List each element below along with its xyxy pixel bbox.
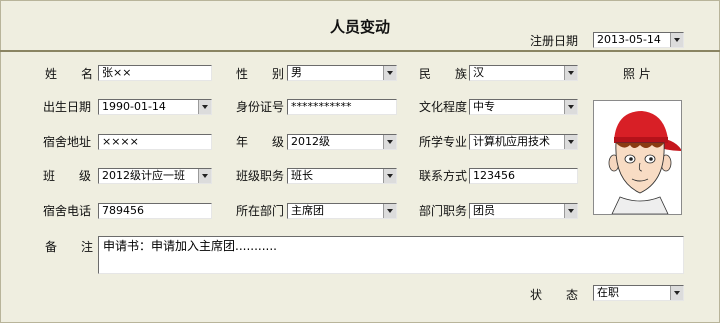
class-value: 2012级计应一班 <box>102 169 185 182</box>
education-select[interactable]: 中专 <box>469 99 578 115</box>
birth-date-label: 出生日期 <box>43 100 92 114</box>
name-input[interactable]: 张×× <box>98 65 212 81</box>
ethnicity-value: 汉 <box>473 66 484 79</box>
dept-post-value: 团员 <box>473 204 495 217</box>
cartoon-face-icon <box>594 101 682 215</box>
class-post-select[interactable]: 班长 <box>287 168 397 184</box>
grade-value: 2012级 <box>291 135 330 148</box>
dorm-phone-label: 宿舍电话 <box>43 204 92 218</box>
avatar[interactable] <box>593 100 682 215</box>
education-label: 文化程度 <box>419 100 468 114</box>
chevron-down-icon[interactable] <box>670 286 683 300</box>
dorm-phone-input[interactable]: 789456 <box>98 203 212 219</box>
chevron-down-icon[interactable] <box>670 33 683 47</box>
chevron-down-icon[interactable] <box>198 100 211 114</box>
status-label: 状 态 <box>530 288 579 302</box>
major-select[interactable]: 计算机应用技术 <box>469 134 578 150</box>
chevron-down-icon[interactable] <box>383 135 396 149</box>
contact-label: 联系方式 <box>419 169 468 183</box>
register-date-label: 注册日期 <box>530 34 579 48</box>
ethnicity-label: 民 族 <box>419 67 468 81</box>
photo-label: 照 片 <box>623 67 651 81</box>
name-label: 姓 名 <box>45 67 94 81</box>
gender-select[interactable]: 男 <box>287 65 397 81</box>
department-select[interactable]: 主席团 <box>287 203 397 219</box>
chevron-down-icon[interactable] <box>383 204 396 218</box>
register-date-picker[interactable]: 2013-05-14 <box>593 32 684 48</box>
contact-input[interactable]: 123456 <box>469 168 578 184</box>
class-select[interactable]: 2012级计应一班 <box>98 168 212 184</box>
remark-textarea[interactable]: 申请书：申请加入主席团........... <box>98 236 684 274</box>
class-post-value: 班长 <box>291 169 313 182</box>
education-value: 中专 <box>473 100 495 113</box>
chevron-down-icon[interactable] <box>564 204 577 218</box>
dept-post-label: 部门职务 <box>419 204 468 218</box>
chevron-down-icon[interactable] <box>564 66 577 80</box>
chevron-down-icon[interactable] <box>198 169 211 183</box>
dorm-address-input[interactable]: ×××× <box>98 134 212 150</box>
chevron-down-icon[interactable] <box>383 169 396 183</box>
department-value: 主席团 <box>291 204 324 217</box>
birth-date-value: 1990-01-14 <box>102 100 166 113</box>
dorm-address-label: 宿舍地址 <box>43 135 92 149</box>
major-label: 所学专业 <box>419 135 468 149</box>
gender-label: 性 别 <box>236 67 285 81</box>
chevron-down-icon[interactable] <box>564 135 577 149</box>
grade-select[interactable]: 2012级 <box>287 134 397 150</box>
birth-date-picker[interactable]: 1990-01-14 <box>98 99 212 115</box>
id-number-input[interactable]: *********** <box>287 99 397 115</box>
status-value: 在职 <box>597 286 619 299</box>
remark-label: 备 注 <box>45 240 94 254</box>
major-value: 计算机应用技术 <box>473 135 550 148</box>
gender-value: 男 <box>291 66 302 79</box>
class-post-label: 班级职务 <box>236 169 285 183</box>
department-label: 所在部门 <box>236 204 285 218</box>
ethnicity-select[interactable]: 汉 <box>469 65 578 81</box>
grade-label: 年 级 <box>236 135 285 149</box>
chevron-down-icon[interactable] <box>383 66 396 80</box>
title-divider <box>0 50 720 52</box>
register-date-value: 2013-05-14 <box>597 33 661 46</box>
id-number-label: 身份证号 <box>236 100 285 114</box>
status-select[interactable]: 在职 <box>593 285 684 301</box>
class-label: 班 级 <box>43 169 92 183</box>
dept-post-select[interactable]: 团员 <box>469 203 578 219</box>
chevron-down-icon[interactable] <box>564 100 577 114</box>
